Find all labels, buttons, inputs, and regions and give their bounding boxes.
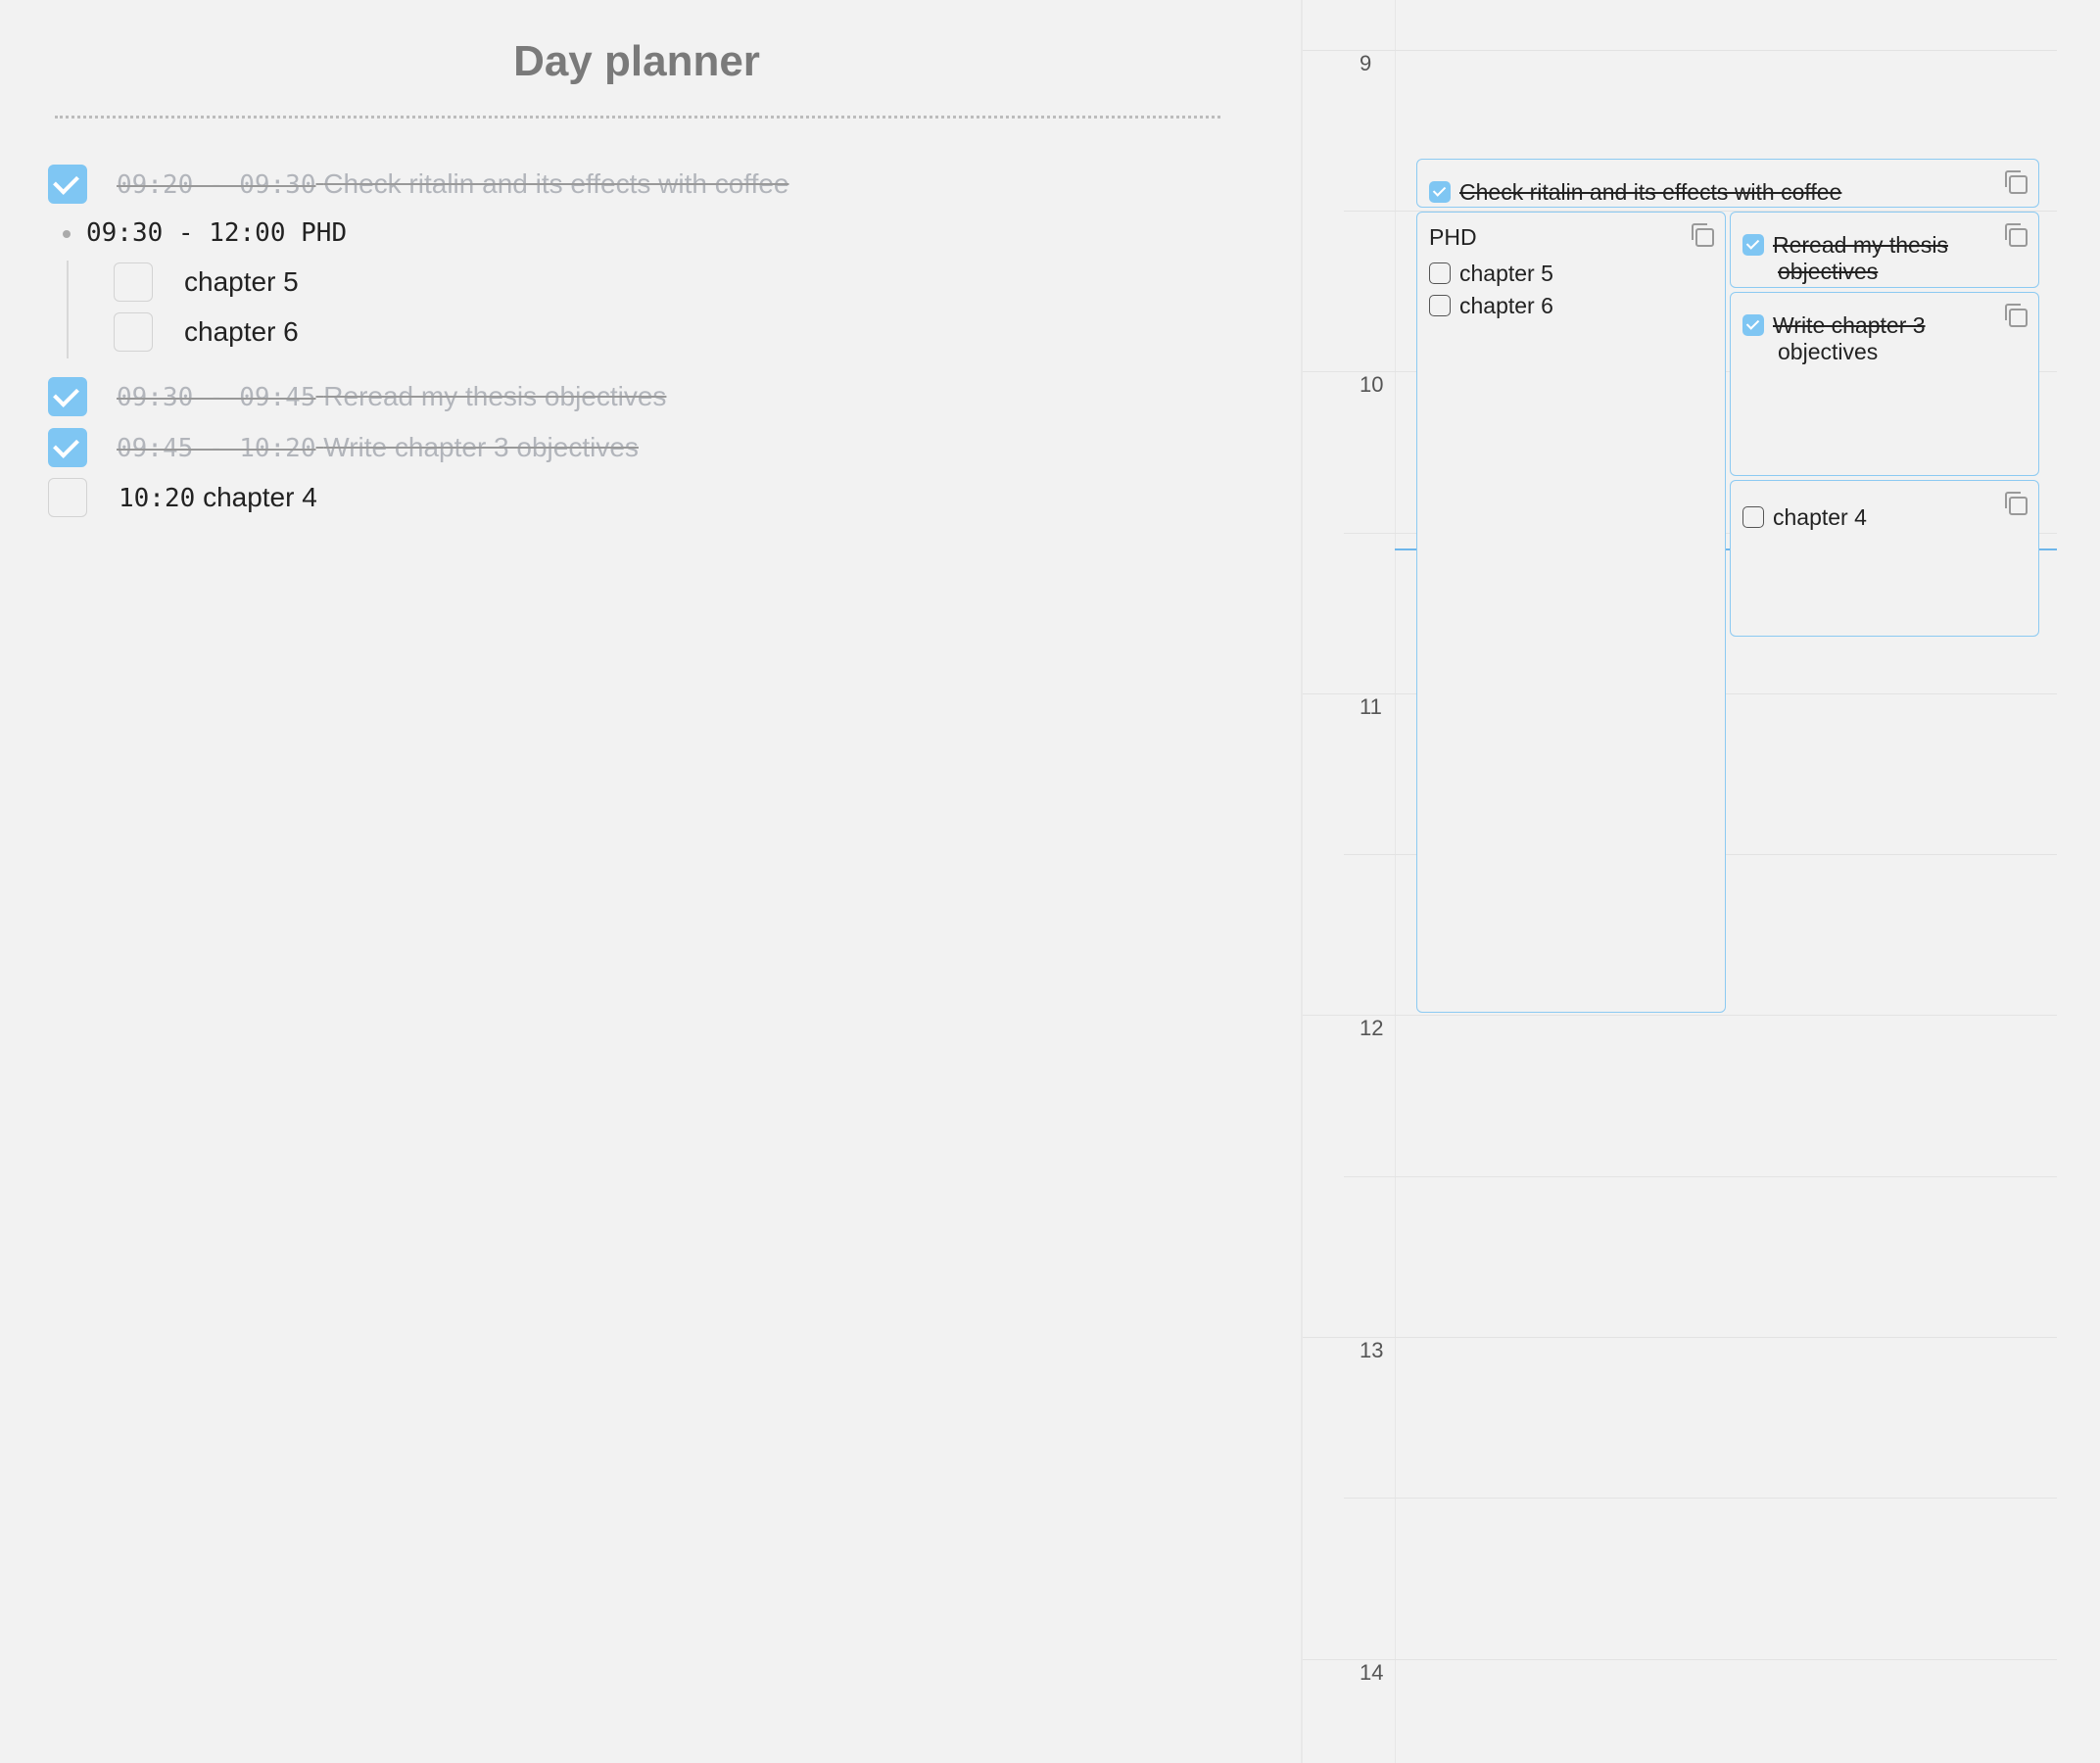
bullet-icon xyxy=(63,230,71,238)
hour-label: 11 xyxy=(1360,694,1382,719)
hour-gridline xyxy=(1303,1659,2057,1660)
task-checkbox[interactable] xyxy=(48,377,87,416)
event-label: Write chapter 3 xyxy=(1773,312,1926,338)
event-checkbox[interactable] xyxy=(1429,295,1451,316)
copy-icon[interactable] xyxy=(2001,301,2030,330)
task-text: 09:30 - 09:45 Reread my thesis objective… xyxy=(117,381,666,412)
half-hour-gridline xyxy=(1344,1176,2057,1177)
event-checkbox[interactable] xyxy=(1429,262,1451,284)
task-label: chapter 6 xyxy=(184,316,299,347)
task-line: chapter 6 xyxy=(114,310,299,354)
task-checkbox[interactable] xyxy=(114,262,153,302)
event-label: Check ritalin and its effects with coffe… xyxy=(1459,179,1842,205)
copy-icon[interactable] xyxy=(2001,489,2030,518)
event-checkbox[interactable] xyxy=(1742,314,1764,336)
copy-icon[interactable] xyxy=(2001,220,2030,250)
event-label-continued: objectives xyxy=(1778,339,1879,364)
event-label: chapter 4 xyxy=(1773,504,1867,530)
event-block-phd[interactable]: PHD chapter 5 chapter 6 xyxy=(1416,212,1726,1013)
event-label: Reread my thesis xyxy=(1773,232,1948,258)
task-line: 09:20 - 09:30 Check ritalin and its effe… xyxy=(48,163,789,206)
event-label: chapter 6 xyxy=(1459,293,1553,318)
task-label: chapter 5 xyxy=(184,266,299,297)
event-checkbox[interactable] xyxy=(1429,181,1451,203)
event-title: PHD xyxy=(1429,224,1477,250)
task-line: 09:45 - 10:20 Write chapter 3 objectives xyxy=(48,426,639,469)
copy-icon[interactable] xyxy=(2001,167,2030,197)
task-checkbox[interactable] xyxy=(48,478,87,517)
hour-label: 10 xyxy=(1360,372,1384,397)
task-label: Write chapter 3 objectives xyxy=(323,432,639,462)
task-time: 09:30 - 09:45 xyxy=(117,383,316,412)
event-block-write[interactable]: Write chapter 3 objectives xyxy=(1730,292,2039,476)
event-block-coffee[interactable]: Check ritalin and its effects with coffe… xyxy=(1416,159,2039,208)
task-time: 10:20 xyxy=(119,484,196,513)
timeline-pane: 9 10 11 12 13 14 Check ritalin and its e… xyxy=(1301,0,2100,1763)
event-block-chapter-4[interactable]: chapter 4 xyxy=(1730,480,2039,637)
hour-label: 9 xyxy=(1360,51,1372,75)
hour-gridline xyxy=(1303,1015,2057,1016)
task-checkbox[interactable] xyxy=(48,165,87,204)
hour-label: 12 xyxy=(1360,1016,1384,1040)
event-block-reread[interactable]: Reread my thesis objectives xyxy=(1730,212,2039,288)
event-label: chapter 5 xyxy=(1459,261,1553,286)
indent-guide xyxy=(67,261,69,358)
task-text: 09:45 - 10:20 Write chapter 3 objectives xyxy=(117,432,639,463)
task-label: chapter 4 xyxy=(203,482,317,512)
hour-label: 14 xyxy=(1360,1660,1384,1685)
list-item: 09:30 - 12:00 PHD xyxy=(86,212,347,255)
task-checkbox[interactable] xyxy=(114,312,153,352)
task-label: Reread my thesis objectives xyxy=(323,381,667,411)
half-hour-gridline xyxy=(1344,1498,2057,1499)
event-checkbox[interactable] xyxy=(1742,234,1764,256)
task-checkbox[interactable] xyxy=(48,428,87,467)
event-checkbox[interactable] xyxy=(1742,506,1764,528)
task-text: 09:20 - 09:30 Check ritalin and its effe… xyxy=(117,168,789,200)
hour-gridline xyxy=(1303,1337,2057,1338)
task-line: 09:30 - 09:45 Reread my thesis objective… xyxy=(48,375,666,418)
task-label: Check ritalin and its effects with coffe… xyxy=(323,168,789,199)
event-label-continued: objectives xyxy=(1778,259,1879,284)
time-gutter-divider xyxy=(1395,0,1396,1763)
copy-icon[interactable] xyxy=(1688,220,1717,250)
phd-heading: 09:30 - 12:00 PHD xyxy=(86,218,348,248)
task-text: 10:20 chapter 4 xyxy=(119,482,317,513)
editor-pane: Day planner 09:20 - 09:30 Check ritalin … xyxy=(0,0,1301,1763)
task-line: 10:20 chapter 4 xyxy=(48,476,317,519)
hour-gridline xyxy=(1303,50,2057,51)
page-title: Day planner xyxy=(513,37,760,85)
task-line: chapter 5 xyxy=(114,261,299,304)
task-time: 09:20 - 09:30 xyxy=(117,170,316,200)
title-divider xyxy=(55,116,1220,119)
task-time: 09:45 - 10:20 xyxy=(117,434,316,463)
hour-label: 13 xyxy=(1360,1338,1384,1362)
